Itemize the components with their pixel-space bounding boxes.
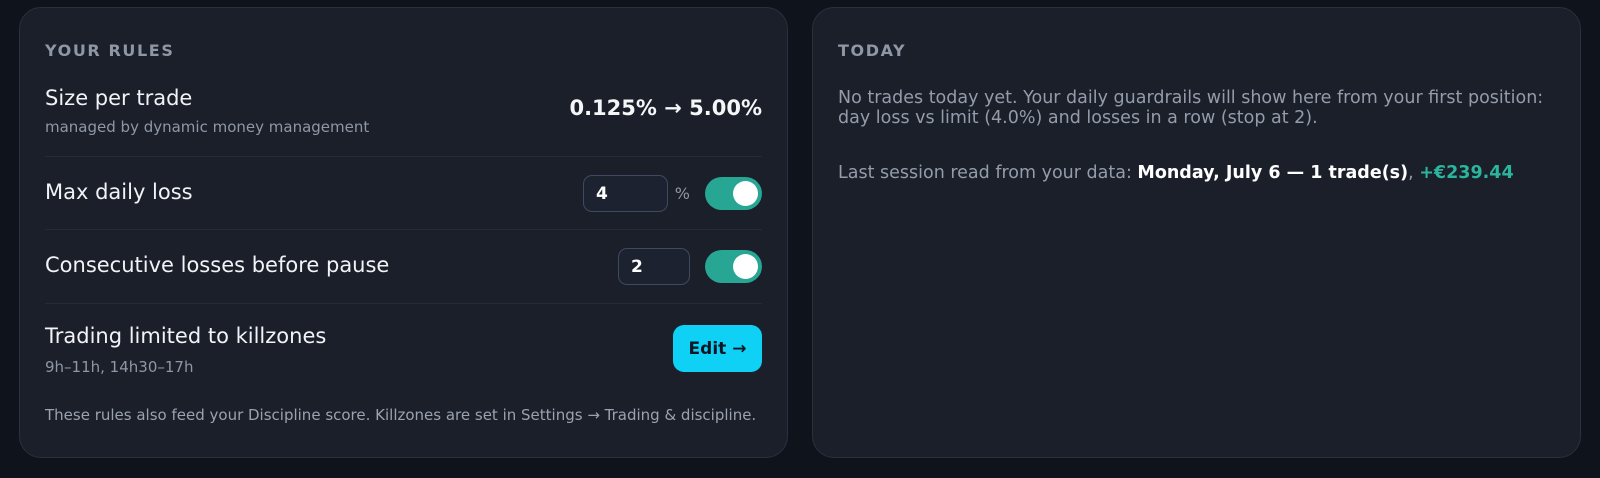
size-per-trade-label: Size per trade [45, 86, 193, 110]
edit-killzones-button[interactable]: Edit → [673, 325, 762, 372]
rules-card: YOUR RULES Size per trade managed by dyn… [19, 7, 788, 458]
last-session-prefix: Last session read from your data: [838, 163, 1138, 183]
consecutive-losses-toggle[interactable] [705, 250, 762, 283]
last-session-pnl: +€239.44 [1419, 163, 1514, 183]
toggle-knob [733, 181, 758, 206]
size-per-trade-sub: managed by dynamic money management [45, 118, 370, 136]
consecutive-losses-input[interactable] [618, 248, 690, 285]
max-daily-loss-unit: % [674, 184, 690, 203]
killzones-sub: 9h–11h, 14h30–17h [45, 358, 194, 376]
today-card: TODAY No trades today yet. Your daily gu… [812, 7, 1581, 458]
rules-footnote: These rules also feed your Discipline sc… [45, 406, 757, 424]
max-daily-loss-row: Max daily loss % [45, 157, 762, 230]
consecutive-losses-label: Consecutive losses before pause [45, 253, 390, 277]
killzones-row: Trading limited to killzones 9h–11h, 14h… [45, 304, 762, 394]
killzones-label: Trading limited to killzones [45, 324, 327, 348]
size-per-trade-value: 0.125% → 5.00% [569, 96, 762, 120]
max-daily-loss-label: Max daily loss [45, 180, 193, 204]
toggle-knob [733, 254, 758, 279]
consecutive-losses-row: Consecutive losses before pause [45, 230, 762, 304]
last-session: Last session read from your data: Monday… [838, 163, 1514, 183]
today-title: TODAY [838, 41, 907, 60]
last-session-day: Monday, July 6 — 1 trade(s) [1137, 163, 1409, 183]
last-session-separator: , [1408, 163, 1420, 183]
today-message: No trades today yet. Your daily guardrai… [838, 88, 1544, 128]
rules-title: YOUR RULES [45, 41, 175, 60]
max-daily-loss-toggle[interactable] [705, 177, 762, 210]
size-per-trade-row: Size per trade managed by dynamic money … [45, 78, 762, 157]
max-daily-loss-input[interactable] [583, 175, 668, 212]
